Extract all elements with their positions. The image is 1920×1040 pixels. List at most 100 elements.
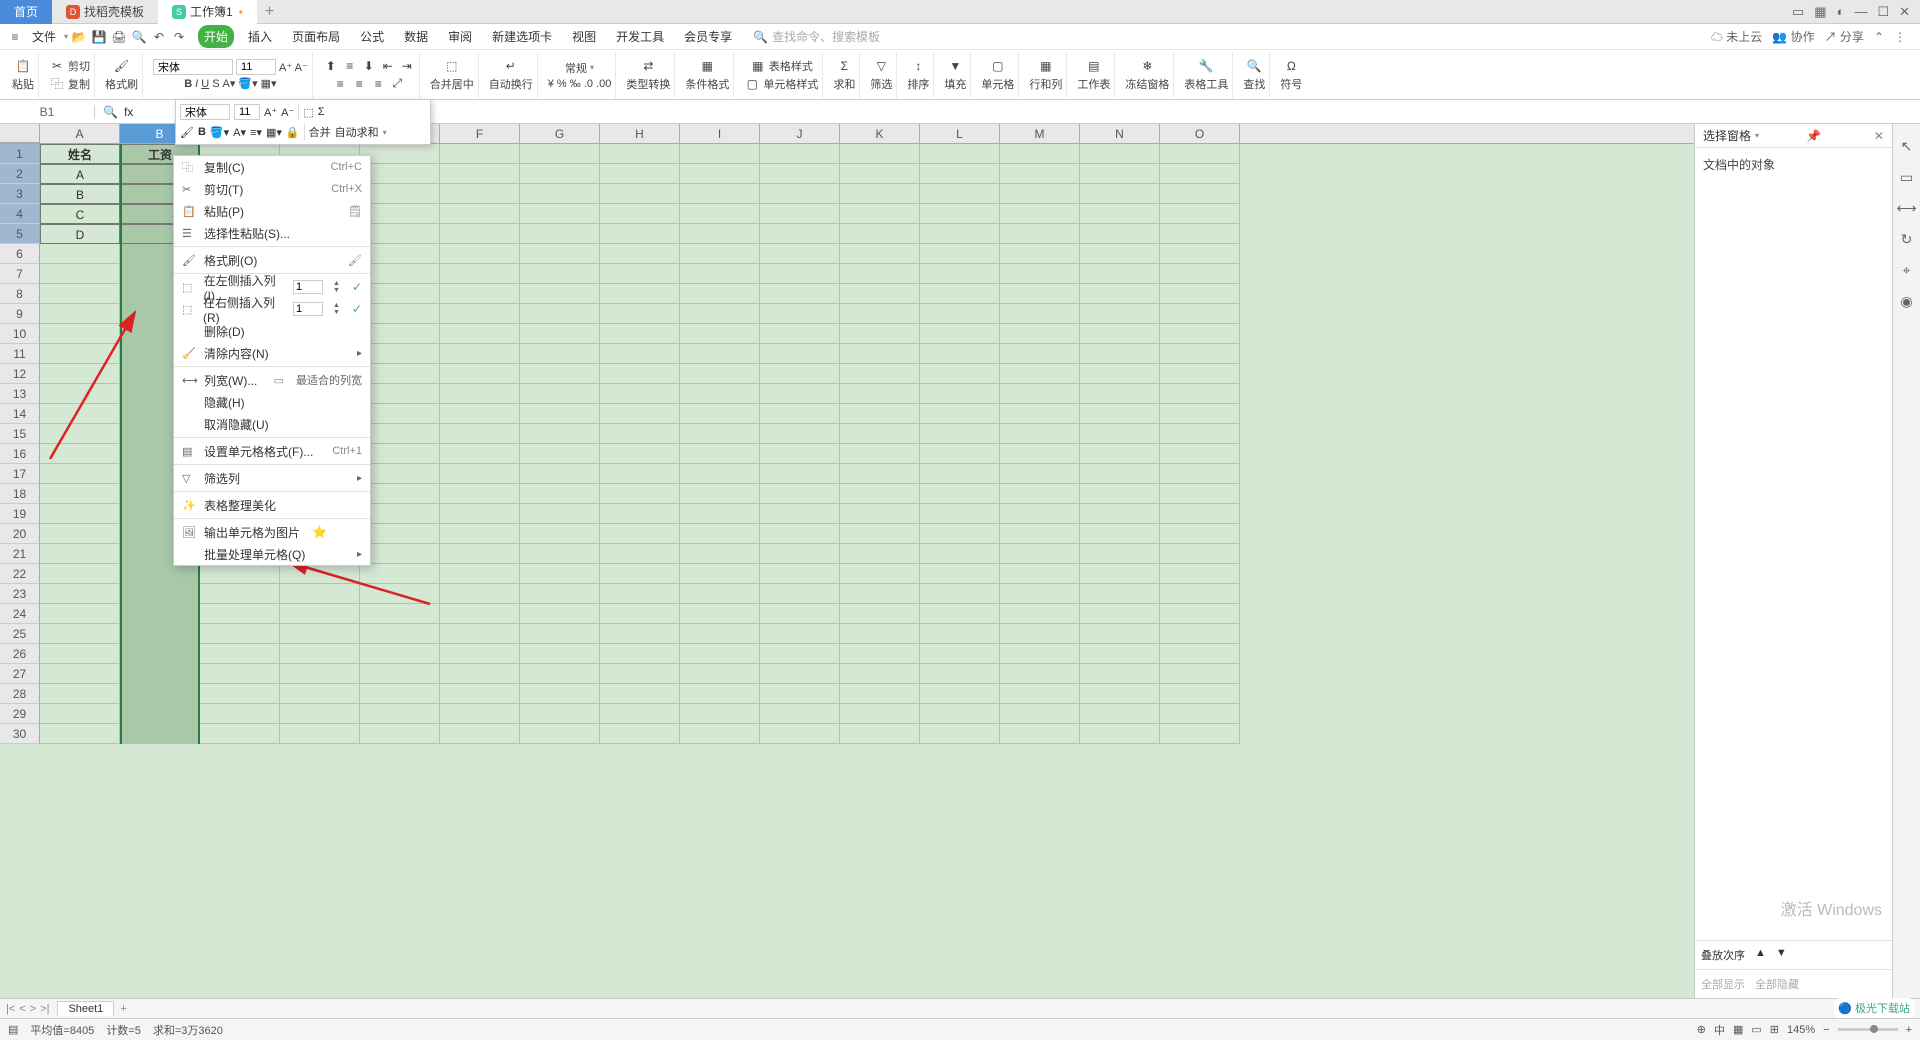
cell[interactable] [1000,704,1080,724]
menu-hide[interactable]: 隐藏(H) [174,391,370,413]
sheet-next-icon[interactable]: > [30,1003,36,1015]
indent-dec-icon[interactable]: ⇤ [380,58,396,74]
cell[interactable] [1160,424,1240,444]
menu-delete[interactable]: 删除(D) [174,320,370,342]
underline-button[interactable]: U [201,78,209,90]
cell[interactable] [280,584,360,604]
mini-font-select[interactable] [180,104,230,120]
cell[interactable] [600,204,680,224]
cell[interactable] [40,424,120,444]
merge-icon[interactable]: ⬚ [444,58,460,74]
cell[interactable] [680,184,760,204]
cell[interactable] [120,684,200,704]
cell[interactable] [840,324,920,344]
cell[interactable] [760,444,840,464]
row-header[interactable]: 19 [0,504,40,524]
slider-tool-icon[interactable]: ⟷ [1896,200,1916,217]
cell[interactable] [440,464,520,484]
cell[interactable] [1160,504,1240,524]
cell[interactable] [40,624,120,644]
cell[interactable] [600,384,680,404]
cell[interactable] [440,404,520,424]
cell[interactable] [1160,644,1240,664]
cell[interactable] [760,324,840,344]
cell[interactable] [680,384,760,404]
cell[interactable] [360,704,440,724]
redo-icon[interactable]: ↷ [170,28,188,46]
sheet-prev-icon[interactable]: < [19,1003,25,1015]
cell[interactable] [1080,204,1160,224]
menu-cut[interactable]: ✂剪切(T)Ctrl+X [174,178,370,200]
row-header[interactable]: 29 [0,704,40,724]
font-select[interactable] [153,59,233,75]
cell[interactable] [200,724,280,744]
cell[interactable] [280,564,360,584]
cell[interactable] [600,704,680,724]
row-header[interactable]: 5 [0,224,40,244]
cell[interactable] [520,144,600,164]
cell[interactable] [40,604,120,624]
cell[interactable] [440,424,520,444]
cell[interactable] [40,384,120,404]
cell[interactable] [680,424,760,444]
cell[interactable] [1080,224,1160,244]
cell[interactable] [520,664,600,684]
grid-icon[interactable]: ▦ [1814,4,1826,20]
cell[interactable] [920,604,1000,624]
freeze-icon[interactable]: ❄ [1139,58,1155,74]
cell[interactable] [440,584,520,604]
open-icon[interactable]: 📂 [70,28,88,46]
menu-filter-col[interactable]: ▽筛选列▸ [174,467,370,489]
mini-lock[interactable]: 🔒 [286,126,300,139]
cell[interactable] [760,404,840,424]
minimize-icon[interactable]: — [1854,4,1867,20]
cell[interactable]: D [40,224,120,244]
print-icon[interactable]: 🖨 [110,28,128,46]
cell[interactable] [1080,704,1160,724]
lang-icon[interactable]: 中 [1714,1022,1725,1038]
cell[interactable] [920,704,1000,724]
cell[interactable] [600,624,680,644]
cell[interactable] [1080,444,1160,464]
row-header[interactable]: 8 [0,284,40,304]
cell[interactable] [680,484,760,504]
cell[interactable] [680,344,760,364]
cell[interactable] [520,304,600,324]
hamburger-icon[interactable]: ≡ [6,28,24,46]
cell[interactable]: A [40,164,120,184]
cell[interactable] [680,304,760,324]
cell[interactable] [760,664,840,684]
cell[interactable] [360,684,440,704]
mini-size-select[interactable] [234,104,260,120]
cell[interactable] [1080,144,1160,164]
menu-col-width[interactable]: ⟷列宽(W)...▭最适合的列宽 [174,369,370,391]
strike-button[interactable]: S [212,78,219,90]
cell[interactable] [760,484,840,504]
cell[interactable] [120,664,200,684]
cell[interactable] [40,684,120,704]
cell[interactable] [600,664,680,684]
cell[interactable] [360,244,440,264]
row-header[interactable]: 9 [0,304,40,324]
cell[interactable] [120,704,200,724]
location-tool-icon[interactable]: ⌖ [1903,262,1911,279]
cell[interactable] [520,584,600,604]
cell[interactable] [1080,424,1160,444]
cell[interactable] [1160,704,1240,724]
cell[interactable] [1000,584,1080,604]
cell[interactable] [40,244,120,264]
cell[interactable] [680,364,760,384]
menu-insert-right[interactable]: ⬚在右侧插入列(R)▲▼✓ [174,298,370,320]
cell[interactable] [440,684,520,704]
cell[interactable] [920,464,1000,484]
align-left-icon[interactable]: ≡ [332,76,348,92]
ribbon-tab-formula[interactable]: 公式 [354,25,390,48]
zoom-out-icon[interactable]: − [1823,1024,1829,1036]
cell[interactable] [1160,484,1240,504]
cell[interactable] [40,584,120,604]
cell[interactable] [600,344,680,364]
cell[interactable] [280,704,360,724]
cell[interactable] [40,724,120,744]
cell[interactable] [520,704,600,724]
cell[interactable] [920,164,1000,184]
